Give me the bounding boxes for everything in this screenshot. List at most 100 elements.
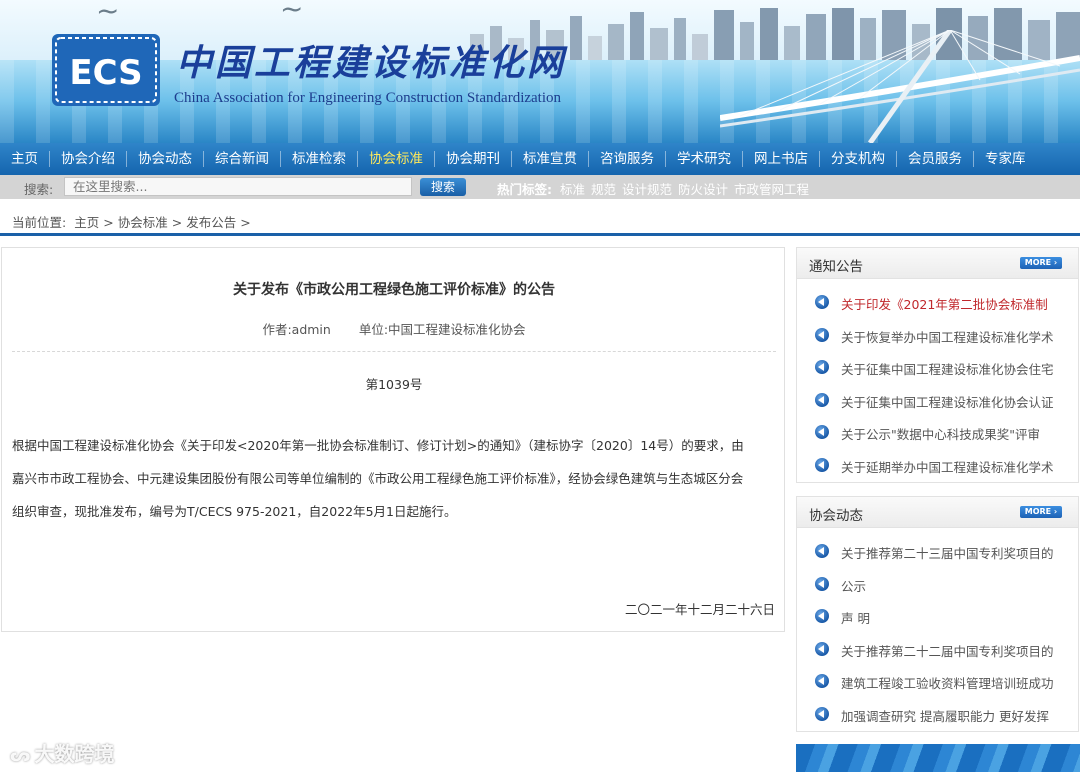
nav-item[interactable]: 标准宣贯 (512, 143, 588, 175)
article-title: 关于发布《市政公用工程绿色施工评价标准》的公告 (233, 282, 555, 298)
breadcrumb-link[interactable]: 发布公告 (186, 215, 236, 230)
list-item[interactable]: 加强调查研究 提高履职能力 更好发挥 (797, 698, 1078, 731)
breadcrumb-prefix: 当前位置: (12, 215, 67, 230)
article-number: 第1039号 (365, 377, 423, 392)
search-input[interactable] (64, 177, 412, 196)
main-nav: 主页 协会介绍 协会动态 综合新闻 标准检索 协会标准 协会期刊 标准宣贯 咨询服务 学术研究 网上… (0, 143, 1080, 175)
news-title: 协会动态 (809, 508, 863, 524)
list-item[interactable]: 关于公示"数据中心科技成果奖"评审 (797, 416, 1078, 449)
notices-title: 通知公告 (809, 259, 863, 275)
arrow-bullet-icon (815, 360, 829, 374)
list-item[interactable]: 关于延期举办中国工程建设标准化学术 (797, 449, 1078, 482)
list-item-link[interactable]: 加强调查研究 提高履职能力 更好发挥 (841, 706, 1069, 725)
list-item-link[interactable]: 公示 (841, 576, 1069, 595)
notices-more-button[interactable]: MORE › (1020, 257, 1062, 269)
more-label: MORE (1024, 258, 1052, 267)
news-header: 协会动态 MORE › (797, 497, 1078, 528)
arrow-bullet-icon (815, 457, 829, 472)
list-item-link[interactable]: 关于征集中国工程建设标准化协会住宅 (841, 359, 1069, 378)
watermark-text: 大数跨境 (34, 742, 115, 766)
search-bar: 搜索: 搜索 热门标签: 标准规范设计规范防火设计市政管网工程 (0, 175, 1080, 199)
list-item-link[interactable]: 关于推荐第二十二届中国专利奖项目的 (841, 641, 1069, 660)
breadcrumb-link[interactable]: 主页 (74, 215, 99, 230)
nav-item[interactable]: 学术研究 (666, 143, 742, 175)
nav-item[interactable]: 标准检索 (281, 143, 357, 175)
list-item-link[interactable]: 关于延期举办中国工程建设标准化学术 (841, 457, 1069, 476)
nav-item[interactable]: 网上书店 (743, 143, 819, 175)
breadcrumb-separator: > (240, 215, 251, 230)
breadcrumb-link[interactable]: 协会标准 (118, 215, 168, 230)
site-title: 中国工程建设标准化网 (176, 42, 567, 84)
nav-item[interactable]: 咨询服务 (589, 143, 665, 175)
list-item-link[interactable]: 关于征集中国工程建设标准化协会认证 (841, 392, 1069, 411)
nav-item[interactable]: 综合新闻 (204, 143, 280, 175)
list-item-link[interactable]: 关于公示"数据中心科技成果奖"评审 (841, 424, 1069, 443)
list-item-link[interactable]: 关于推荐第二十三届中国专利奖项目的 (841, 543, 1069, 562)
arrow-bullet-icon (815, 544, 829, 558)
list-item-link[interactable]: 建筑工程竣工验收资料管理培训班成功 (841, 673, 1069, 692)
list-item-link[interactable]: 声 明 (841, 608, 1069, 627)
site-subtitle: China Association for Engineering Constr… (174, 90, 562, 106)
breadcrumb-separator: > (103, 215, 114, 230)
article-body-line: 根据中国工程建设标准化协会《关于印发<2020年第一批协会标准制订、修订计划>的… (12, 438, 744, 453)
news-list: 关于推荐第二十三届中国专利奖项目的 公示声 明关于推荐第二十二届中国专利奖项目的建… (797, 528, 1078, 730)
news-more-button[interactable]: MORE › (1020, 506, 1062, 518)
list-item[interactable]: 关于征集中国工程建设标准化协会认证 (797, 384, 1078, 417)
hot-tag-link[interactable]: 设计规范 (622, 182, 672, 197)
list-item[interactable]: 声 明 (797, 600, 1078, 633)
arrow-bullet-icon (815, 641, 829, 656)
list-item-link[interactable]: 关于恢复举办中国工程建设标准化学术 (841, 327, 1069, 346)
article-author: 作者:admin (262, 322, 331, 337)
article-meta: 作者:admin 单位:中国工程建设标准化协会 (2, 319, 786, 338)
notices-header: 通知公告 MORE › (797, 248, 1078, 279)
arrow-bullet-icon (815, 674, 829, 688)
watermark: ᔕ 大数跨境 (10, 738, 114, 767)
breadcrumb-divider (0, 233, 1080, 236)
arrow-bullet-icon (815, 706, 829, 721)
arrow-bullet-icon (815, 327, 829, 342)
nav-item[interactable]: 协会介绍 (50, 143, 126, 175)
hot-tag-link[interactable]: 标准 (560, 182, 585, 197)
list-item[interactable]: 关于推荐第二十二届中国专利奖项目的 (797, 633, 1078, 666)
hot-tags-label: 热门标签: (497, 182, 552, 197)
list-item[interactable]: 公示 (797, 568, 1078, 601)
promo-banner-image[interactable] (796, 744, 1080, 772)
seagull-icon: ~ (280, 0, 304, 25)
nav-item[interactable]: 主页 (0, 143, 49, 175)
arrow-bullet-icon (815, 392, 829, 407)
notices-list: 关于印发《2021年第二批协会标准制 关于恢复举办中国工程建设标准化学术 关于征集中… (797, 279, 1078, 481)
nav-item[interactable]: 协会动态 (127, 143, 203, 175)
article-body-line: 组织审查，现批准发布，编号为T/CECS 975-2021，自2022年5月1日… (12, 504, 457, 519)
news-panel: 协会动态 MORE › 关于推荐第二十三届中国专利奖项目的 公示声 明关于推荐第二… (796, 496, 1079, 732)
more-label: MORE (1024, 507, 1052, 516)
bridge-image (720, 30, 1080, 143)
seagull-icon: ~ (96, 0, 120, 27)
search-button[interactable]: 搜索 (420, 178, 466, 196)
nav-item[interactable]: 专家库 (974, 143, 1037, 175)
search-label: 搜索: (24, 182, 54, 197)
hot-tags: 热门标签: 标准 规范 设计规范 防火设计 市政管网工程 (497, 179, 815, 198)
site-banner: ~ ~ ECS 中国工程建设标准化网 China Association for… (0, 0, 1080, 143)
list-item-link[interactable]: 关于印发《2021年第二批协会标准制 (841, 294, 1069, 313)
ecs-logo: ECS (52, 34, 160, 106)
list-item[interactable]: 关于恢复举办中国工程建设标准化学术 (797, 319, 1078, 352)
list-item[interactable]: 关于印发《2021年第二批协会标准制 (797, 286, 1078, 319)
list-item[interactable]: 关于推荐第二十三届中国专利奖项目的 (797, 535, 1078, 568)
breadcrumb: 当前位置: 主页 > 协会标准 > 发布公告 > (12, 212, 255, 231)
breadcrumb-separator: > (171, 215, 183, 230)
list-item[interactable]: 建筑工程竣工验收资料管理培训班成功 (797, 665, 1078, 698)
watermark-icon: ᔕ (10, 745, 31, 766)
arrow-bullet-icon (815, 576, 829, 591)
nav-item[interactable]: 会员服务 (897, 143, 973, 175)
notices-panel: 通知公告 MORE › 关于印发《2021年第二批协会标准制 关于恢复举办中国工程… (796, 247, 1079, 483)
arrow-bullet-icon (815, 295, 829, 309)
nav-item[interactable]: 协会标准 (358, 143, 434, 175)
nav-item[interactable]: 分支机构 (820, 143, 896, 175)
list-item[interactable]: 关于征集中国工程建设标准化协会住宅 (797, 351, 1078, 384)
hot-tag-link[interactable]: 规范 (591, 182, 616, 197)
hot-tag-link[interactable]: 防火设计 (678, 182, 728, 197)
nav-item[interactable]: 协会期刊 (435, 143, 511, 175)
hot-tag-link[interactable]: 市政管网工程 (734, 182, 809, 197)
article-unit: 单位:中国工程建设标准化协会 (358, 322, 526, 337)
article-body-line: 嘉兴市市政工程协会、中元建设集团股份有限公司等单位编制的《市政公用工程绿色施工评… (12, 471, 744, 486)
